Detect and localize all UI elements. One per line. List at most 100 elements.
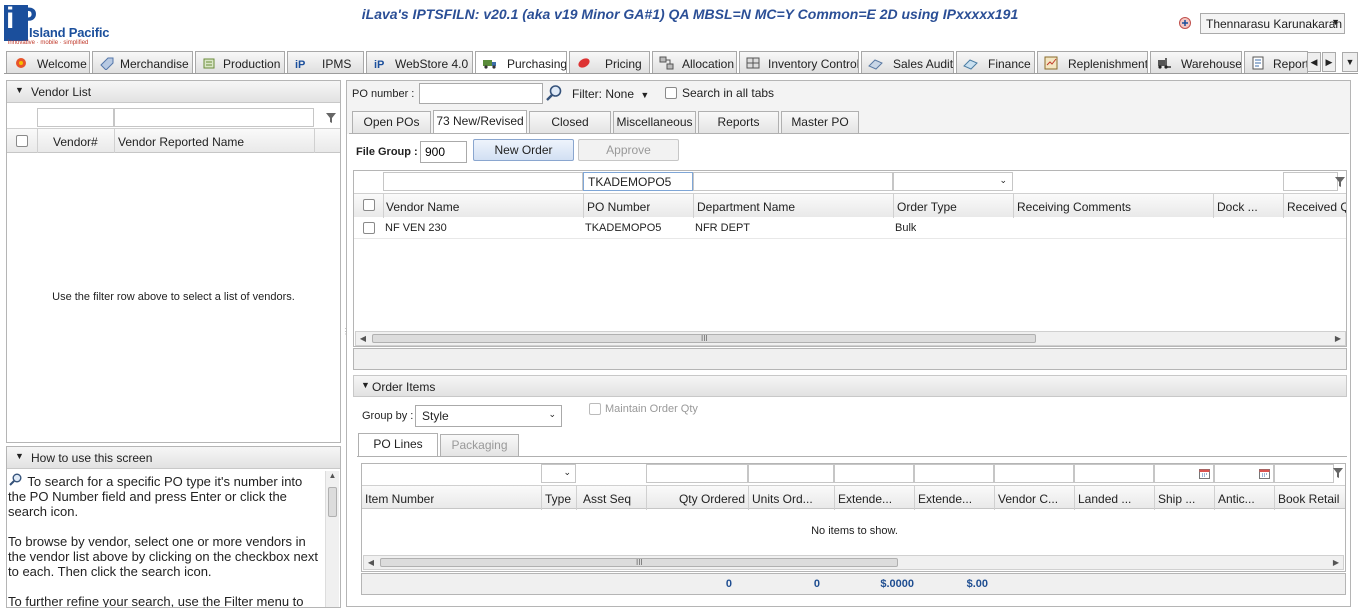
column-header-landed[interactable]: Landed ... [1078,492,1153,506]
received-qty-filter[interactable] [1283,172,1338,191]
po-lines-scroll-thumb[interactable]: III [380,558,898,567]
filter-icon[interactable] [1332,467,1344,479]
tab-reports-sub[interactable]: Reports [698,111,779,133]
tab-scroll-right-button[interactable]: ▶ [1322,52,1336,72]
column-header-units-ordered[interactable]: Units Ord... [752,492,832,506]
row-checkbox[interactable] [363,222,375,234]
tab-open-pos[interactable]: Open POs [352,111,431,133]
extended-cost-filter[interactable] [834,464,914,483]
column-header-type[interactable]: Type [545,492,571,506]
group-by-select[interactable]: Style ⌄ [415,405,562,427]
tab-webstore[interactable]: iP WebStore 4.0 [366,51,473,73]
help-header[interactable]: ▼ How to use this screen [7,447,340,469]
tab-finance[interactable]: Finance [956,51,1035,73]
vendor-cost-filter[interactable] [994,464,1074,483]
column-header-order-type[interactable]: Order Type [897,200,957,214]
column-header-book-retail[interactable]: Book Retail [1278,492,1345,506]
po-grid-footer [353,348,1347,370]
vendor-number-column-header[interactable]: Vendor# [53,135,98,149]
filter-icon[interactable] [1334,176,1346,188]
tab-purchasing[interactable]: Purchasing [475,51,567,73]
vendor-number-filter[interactable] [37,108,114,127]
panel-splitter[interactable]: ⋮ [342,328,350,344]
column-header-vendor-name[interactable]: Vendor Name [386,200,459,214]
ship-date-filter[interactable] [1154,464,1214,483]
search-icon[interactable] [545,84,563,102]
tab-allocation[interactable]: Allocation [652,51,737,73]
order-type-filter[interactable]: ⌄ [893,172,1013,191]
column-header-dock[interactable]: Dock ... [1217,200,1279,214]
user-dropdown[interactable]: Thennarasu Karunakaran ▼ [1200,13,1345,34]
column-header-vendor-cost[interactable]: Vendor C... [998,492,1073,506]
scroll-up-icon[interactable]: ▲ [326,471,339,485]
search-all-tabs-checkbox[interactable] [665,87,677,99]
column-header-department[interactable]: Department Name [697,200,795,214]
scroll-left-icon[interactable]: ◀ [364,556,378,569]
tab-pricing[interactable]: Pricing [569,51,650,73]
tab-production[interactable]: Production [195,51,285,73]
calendar-icon[interactable] [1199,468,1210,479]
column-header-po-number[interactable]: PO Number [587,200,650,214]
tab-po-lines[interactable]: PO Lines [358,433,438,456]
tab-reports[interactable]: Reports [1244,51,1308,73]
user-settings-icon[interactable] [1178,16,1194,30]
column-header-qty-ordered[interactable]: Qty Ordered [646,492,745,506]
column-header-item-number[interactable]: Item Number [365,492,434,506]
tab-packaging[interactable]: Packaging [440,434,519,456]
order-items-header[interactable]: ▼ Order Items [353,375,1347,397]
tab-menu-button[interactable]: ▼ [1342,52,1358,72]
po-number-filter[interactable]: TKADEMOPO5 [583,172,693,191]
approve-button[interactable]: Approve [578,139,679,161]
type-filter[interactable]: ⌄ [541,464,576,483]
filter-icon[interactable] [325,112,337,124]
column-header-extended-retail[interactable]: Extende... [918,492,993,506]
new-order-button[interactable]: New Order [473,139,574,161]
tab-warehouse[interactable]: Warehouse [1150,51,1242,73]
qty-ordered-filter[interactable] [646,464,748,483]
column-header-received-qty[interactable]: Received Qu [1287,200,1346,214]
extended-retail-filter[interactable] [914,464,994,483]
column-header-extended-cost[interactable]: Extende... [838,492,913,506]
tab-ipms[interactable]: iP IPMS [287,51,364,73]
vendor-name-column-header[interactable]: Vendor Reported Name [118,135,244,149]
vendor-name-filter[interactable] [383,172,583,191]
units-ordered-filter[interactable] [748,464,834,483]
file-group-input[interactable] [420,141,467,163]
tab-inventory-control[interactable]: Inventory Control [739,51,859,73]
help-scrollbar[interactable]: ▲ [325,471,339,607]
tab-welcome[interactable]: Welcome [6,51,90,73]
vendor-name-filter[interactable] [114,108,314,127]
tab-new-revised[interactable]: 73 New/Revised [433,110,527,133]
anticipated-date-filter[interactable] [1214,464,1274,483]
calendar-icon[interactable] [1259,468,1270,479]
maintain-order-qty-checkbox[interactable] [589,403,601,415]
select-all-pos-checkbox[interactable] [363,199,375,211]
help-scroll-thumb[interactable] [328,487,337,517]
column-header-anticipated[interactable]: Antic... [1218,492,1273,506]
column-header-ship[interactable]: Ship ... [1158,492,1213,506]
book-retail-filter[interactable] [1274,464,1334,483]
tab-scroll-left-button[interactable]: ◀ [1307,52,1321,72]
chevron-down-icon: ⌄ [563,467,571,477]
table-row[interactable]: NF VEN 230 TKADEMOPO5 NFR DEPT Bulk [354,218,1346,239]
tab-closed[interactable]: Closed [529,111,611,133]
scroll-right-icon[interactable]: ▶ [1331,332,1345,345]
po-number-input[interactable] [419,83,543,104]
po-lines-scrollbar[interactable]: ◀ III ▶ [363,555,1344,570]
po-grid-scrollbar[interactable]: ◀ III ▶ [355,331,1346,346]
tab-master-po[interactable]: Master PO [781,111,859,133]
vendor-list-header[interactable]: ▼ Vendor List [7,81,340,103]
column-header-asst-seq[interactable]: Asst Seq [583,492,631,506]
po-grid-scroll-thumb[interactable]: III [372,334,1036,343]
scroll-left-icon[interactable]: ◀ [356,332,370,345]
filter-menu[interactable]: Filter: None ▼ [572,87,649,101]
column-header-receiving-comments[interactable]: Receiving Comments [1017,200,1131,214]
tab-replenishment[interactable]: Replenishment [1037,51,1148,73]
tab-merchandise[interactable]: Merchandise [92,51,193,73]
department-filter[interactable] [693,172,893,191]
scroll-right-icon[interactable]: ▶ [1329,556,1343,569]
landed-filter[interactable] [1074,464,1154,483]
tab-miscellaneous[interactable]: Miscellaneous [613,111,696,133]
select-all-vendors-checkbox[interactable] [16,135,28,147]
tab-sales-audit[interactable]: Sales Audit [861,51,954,73]
